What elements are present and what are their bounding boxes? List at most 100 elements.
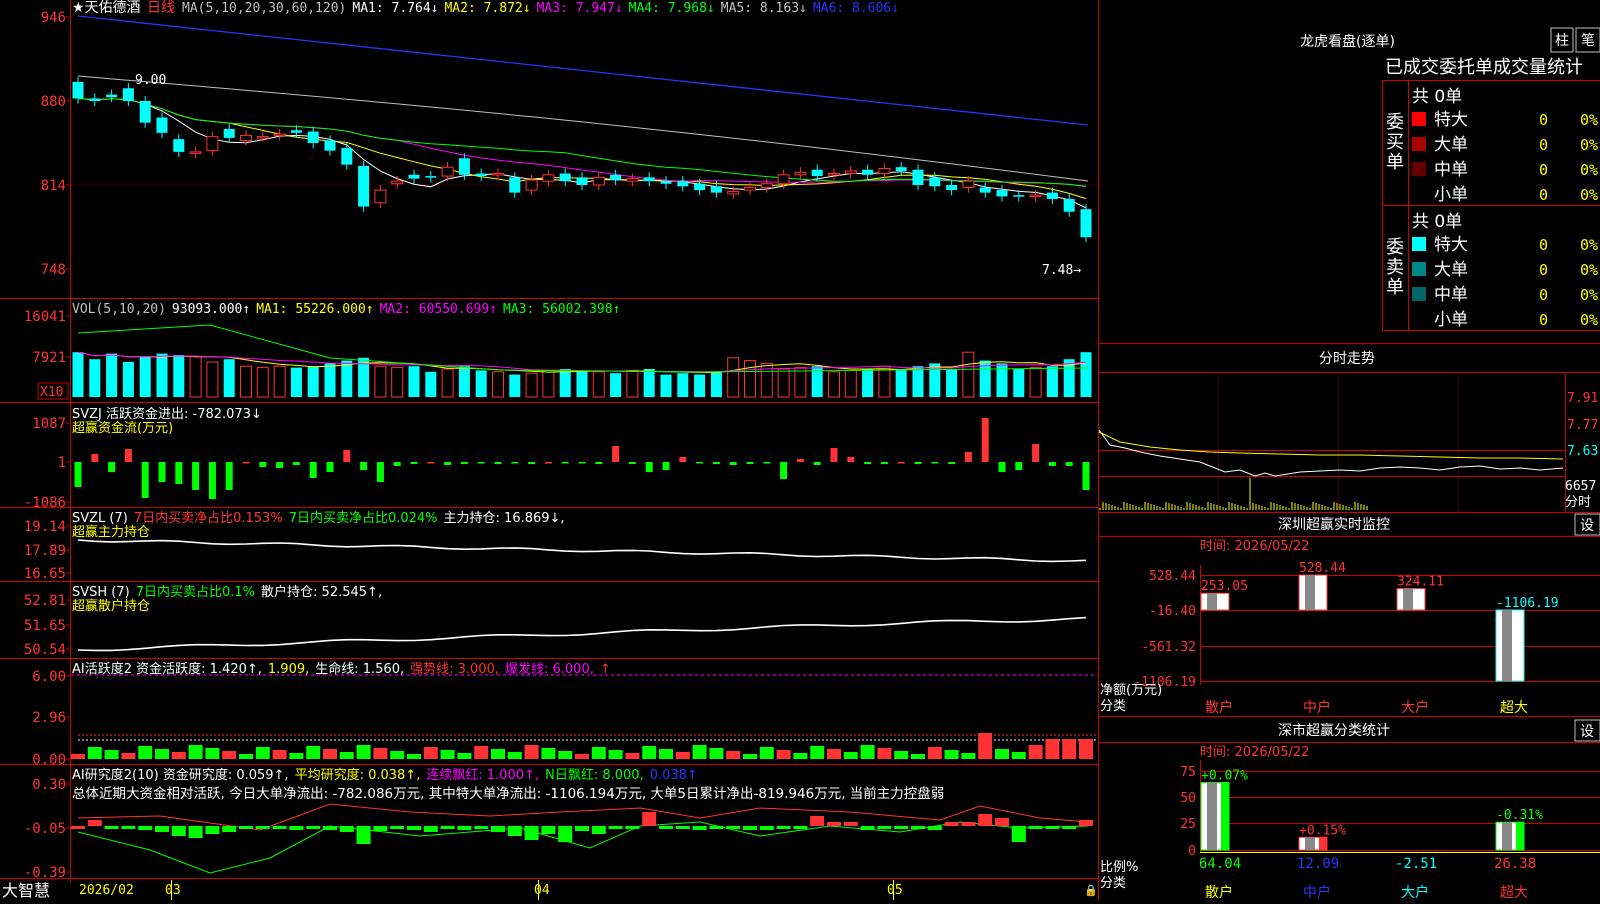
svzj-ytick: -1086 xyxy=(24,495,66,511)
lhb-swatch xyxy=(1412,187,1426,201)
svzl-ytick: 16.65 xyxy=(24,566,66,582)
research-bar xyxy=(759,826,774,830)
candle-body xyxy=(206,136,219,152)
candle-body xyxy=(1029,194,1042,198)
activity-bar xyxy=(591,747,606,759)
candle-body xyxy=(106,94,118,98)
ratio-bars: +0.07% 64.04 散户 +0.15% 12.09 中户 -2.51 大户 -0.31% 2… xyxy=(1199,769,1543,901)
main-chart-pane[interactable]: 946 880 814 748 9.00 7.48→ ★天佑德酒 日线 MA(5,10… xyxy=(41,0,1098,278)
svzl-y-axis: 19.14 17.89 16.65 xyxy=(24,519,71,582)
candle-body xyxy=(828,173,840,176)
activity-bar xyxy=(843,752,858,759)
candle-body xyxy=(458,158,470,175)
main-ytick: 748 xyxy=(41,262,66,278)
candle-body xyxy=(525,179,538,191)
volume-unit: X10 xyxy=(40,385,63,400)
fund-flow-bar xyxy=(645,462,653,472)
fund-flow-bar xyxy=(158,462,166,482)
candle-body xyxy=(1046,192,1058,199)
activity-bar xyxy=(860,745,875,759)
main-ytick: 814 xyxy=(41,178,66,194)
lhb-swatch xyxy=(1412,237,1426,251)
volume-bar xyxy=(744,360,756,398)
research-bar xyxy=(87,820,102,826)
lock-icon[interactable]: 🔒 xyxy=(1084,884,1098,897)
volume-bar xyxy=(441,368,454,398)
fund-flow-bar xyxy=(1048,462,1056,466)
fund-flow-bar xyxy=(292,462,300,465)
svzl-legend-item: 7日内买卖净占比0.153% xyxy=(134,510,283,526)
research-bar xyxy=(843,822,858,826)
svsh-legend-item: 7日内买卖占比0.1% xyxy=(136,584,255,600)
activity-bar xyxy=(944,750,959,759)
svzl-legend: SVZL (7) 7日内买卖净占比0.153% 7日内买卖净占比0.024% 主力持仓… xyxy=(72,510,565,526)
candle-body xyxy=(710,186,722,193)
activity-bar xyxy=(827,749,841,759)
research-bar xyxy=(407,826,421,830)
monitor-ytick: -561.32 xyxy=(1141,640,1196,655)
ai-activity-pane[interactable]: 6.00 2.96 0.00 AI活跃度2 资金活跃度: 1.420↑, 1.909,… xyxy=(32,661,1098,768)
svzl-pane[interactable]: 19.14 17.89 16.65 SVZL (7) 7日内买卖净占比0.153% 7日… xyxy=(24,510,1087,582)
monitor-title: 深圳超赢实时监控 xyxy=(1278,516,1390,533)
activity-bar xyxy=(104,750,119,759)
stock-name[interactable]: ★天佑德酒 xyxy=(72,0,141,16)
intraday-panel[interactable]: 分时走势 7.91 7.77 7.63 6657 分时 xyxy=(1098,351,1600,512)
research-bar xyxy=(524,826,539,840)
activity-bar xyxy=(961,753,976,759)
volume-pane[interactable]: 16041 7921 VOL(5,10,20) 93093.000↑ MA1: 552… xyxy=(24,302,1092,400)
activity-bar xyxy=(709,748,724,759)
research-bar xyxy=(894,826,909,829)
realtime-monitor-panel[interactable]: 深圳超赢实时监控 设 时间: 2026/05/22 528.44 -16.40 -5… xyxy=(1098,513,1600,716)
vol-legend-item: MA1: 55226.000↑ xyxy=(256,302,373,317)
research-bar xyxy=(692,826,707,830)
fund-flow-bar xyxy=(813,462,821,465)
monitor-bar-group: 253.05 散户 xyxy=(1200,579,1248,716)
candlesticks[interactable] xyxy=(72,76,1092,243)
lhb-side-char: 单 xyxy=(1386,152,1404,173)
svsh-y-axis: 52.81 51.65 50.54 xyxy=(24,593,71,658)
ratio-ytick: 50 xyxy=(1180,791,1196,806)
activity-bar xyxy=(87,747,102,759)
main-ytick: 946 xyxy=(41,10,66,26)
activity-bar xyxy=(1079,739,1093,759)
activity-bar xyxy=(978,733,993,759)
activity-bar xyxy=(541,748,556,759)
activity-bar xyxy=(743,754,757,759)
fund-flow-bar xyxy=(1082,462,1090,490)
candle-body xyxy=(660,181,672,184)
volume-bar xyxy=(878,365,891,398)
period-label[interactable]: 日线 xyxy=(147,0,175,16)
monitor-category: 中户 xyxy=(1303,699,1331,716)
candle-body xyxy=(475,173,487,177)
svzj-pane[interactable]: 1087 1 -1086 SVZJ 活跃资金进出: -782.073↓ 超赢资金流(… xyxy=(24,406,1090,511)
svsh-pane[interactable]: 52.81 51.65 50.54 SVSH (7) 7日内买卖占比0.1% 散户持仓:… xyxy=(24,584,1087,658)
research-bar xyxy=(289,826,304,830)
svzj-ytick: 1087 xyxy=(32,416,66,432)
candle-body xyxy=(156,117,168,133)
fund-flow-bar xyxy=(494,462,502,464)
fund-flow-bar xyxy=(561,462,569,464)
ai-research-pane[interactable]: 0.30 -0.05 -0.39 AI研究度2(10) 资金研究度: 0.059↑,… xyxy=(24,767,1093,881)
research-bar xyxy=(591,826,606,834)
research-bar xyxy=(390,826,405,829)
activity-bar xyxy=(625,753,640,759)
lhb-row-name: 大单 xyxy=(1434,135,1468,155)
svzl-ytick: 17.89 xyxy=(24,543,66,559)
trading-terminal: 946 880 814 748 9.00 7.48→ ★天佑德酒 日线 MA(5,10… xyxy=(0,0,1600,901)
lhb-row-pct: 0% xyxy=(1580,261,1598,279)
activity-bars xyxy=(71,733,1093,759)
classification-stats-panel[interactable]: 深市超赢分类统计 设 时间: 2026/05/22 75 50 25 0 +0.07%… xyxy=(1098,719,1600,901)
ratio-value: 64.04 xyxy=(1199,856,1241,872)
candle-body xyxy=(844,170,857,175)
candle-body xyxy=(358,165,370,207)
candle-body xyxy=(1080,209,1092,238)
volume-bar xyxy=(525,372,538,398)
ai1-legend-item: ↑ xyxy=(600,662,611,677)
monitor-bar-value: 528.44 xyxy=(1299,561,1346,576)
sell-orders-group: 委卖单 共 0单特大 0 0% 大单 0 0% 中单 0 0% 小单 0 0% xyxy=(1386,212,1598,330)
ratio-bar-group: -2.51 大户 xyxy=(1395,856,1437,901)
candle-body xyxy=(324,140,336,151)
activity-bar xyxy=(507,752,522,759)
volume-bar xyxy=(89,359,101,397)
lhb-row-qty: 0 xyxy=(1539,111,1548,129)
